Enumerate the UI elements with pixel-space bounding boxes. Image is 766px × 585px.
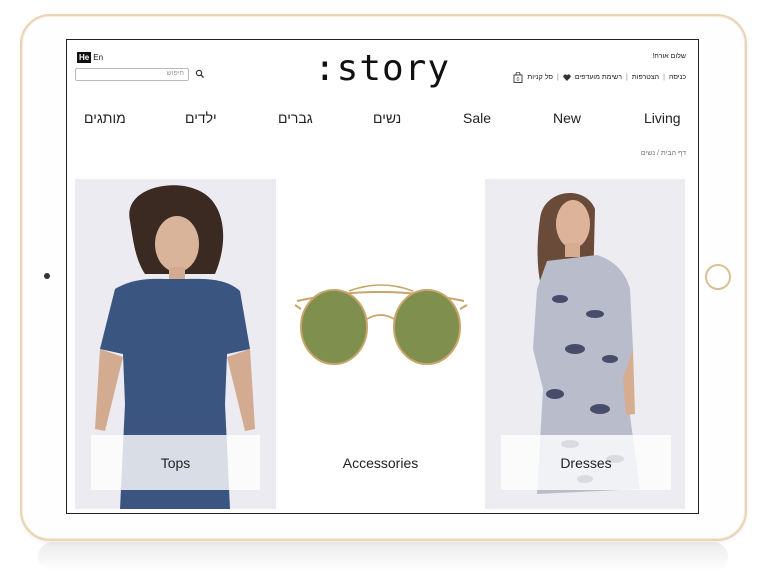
lang-en[interactable]: En [93, 53, 103, 62]
register-link[interactable]: הצטרפות [632, 74, 659, 81]
device-reflection [38, 542, 728, 572]
login-link[interactable]: כניסה [669, 74, 686, 81]
language-switcher: He En [77, 52, 103, 63]
breadcrumb[interactable]: דף הבית / נשים [641, 150, 686, 157]
nav-living[interactable]: Living [644, 110, 681, 126]
website-screen: He En חיפוש :story שלום אורח! כניסה | הצ… [66, 39, 699, 514]
nav-women[interactable]: נשים [373, 110, 401, 126]
lang-he[interactable]: He [77, 52, 92, 63]
separator: | [557, 74, 559, 81]
heart-icon [563, 74, 571, 81]
nav-brands[interactable]: מותגים [84, 110, 126, 126]
main-navigation: מותגים ילדים גברים נשים Sale New Living [67, 110, 698, 130]
nav-kids[interactable]: ילדים [185, 110, 217, 126]
svg-text:0: 0 [517, 77, 520, 83]
search-input[interactable]: חיפוש [75, 68, 189, 81]
tile-label[interactable]: Tops [91, 435, 260, 490]
category-tile-tops[interactable]: Tops [75, 179, 276, 509]
shopping-bag-icon[interactable]: 0 [513, 72, 523, 83]
search-icon[interactable] [195, 69, 205, 79]
account-links: כניסה | הצטרפות | רשימת מועדפים | סל קני… [513, 72, 686, 83]
wishlist-link[interactable]: רשימת מועדפים [575, 74, 622, 81]
nav-new[interactable]: New [553, 110, 581, 126]
category-tile-accessories[interactable]: Accessories [279, 179, 482, 509]
greeting-text: שלום אורח! [652, 53, 686, 60]
tile-label[interactable]: Accessories [279, 455, 482, 471]
category-tile-dresses[interactable]: Dresses [485, 179, 685, 509]
camera-dot [44, 273, 50, 279]
site-logo[interactable]: :story [312, 48, 452, 89]
nav-men[interactable]: גברים [278, 110, 313, 126]
separator: | [626, 74, 628, 81]
nav-sale[interactable]: Sale [463, 110, 491, 126]
tile-label[interactable]: Dresses [501, 435, 671, 490]
cart-link[interactable]: סל קניות [527, 74, 553, 81]
separator: | [663, 74, 665, 81]
home-button[interactable] [705, 264, 731, 290]
